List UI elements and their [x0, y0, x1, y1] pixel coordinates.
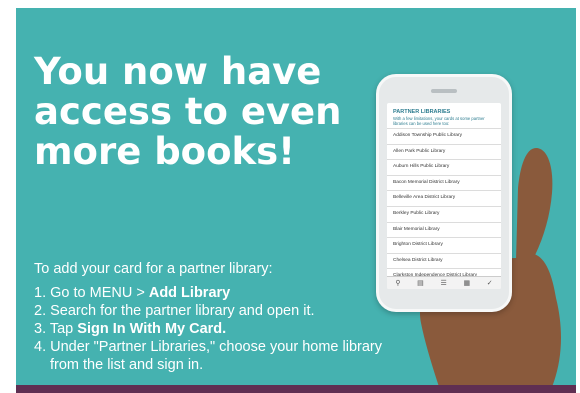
library-item[interactable]: Blair Memorial Library — [387, 221, 501, 238]
library-item[interactable]: Belleville Area District Library — [387, 190, 501, 206]
step-number: 1. — [34, 285, 51, 301]
library-item[interactable]: Brighton District Library — [387, 237, 501, 253]
step-number: 2. — [34, 303, 51, 319]
step-text: Tap — [49, 321, 78, 337]
library-item[interactable]: Allen Park Public Library — [387, 143, 501, 160]
library-item[interactable]: Berkley Public Library — [387, 205, 501, 222]
phone-navbar: ⚲ ▤ ☰ ▦ ✓ — [387, 276, 501, 289]
partner-libraries-title: PARTNER LIBRARIES — [393, 109, 451, 115]
step-item: 1. Go to MENU > Add Library — [34, 284, 382, 302]
library-item[interactable]: Chelsea District Library — [387, 252, 501, 269]
instructions-intro: To add your card for a partner library: — [34, 261, 273, 277]
books-icon[interactable]: ▤ — [417, 280, 424, 287]
headline-line: access to even — [34, 90, 342, 133]
step-text: Search for the partner library and open … — [50, 303, 315, 319]
headline-line: more books! — [34, 130, 296, 173]
shelf-icon[interactable]: ▦ — [463, 280, 470, 287]
step-number: 4. — [34, 339, 51, 355]
menu-icon[interactable]: ☰ — [440, 280, 446, 287]
search-icon[interactable]: ⚲ — [395, 280, 400, 287]
instructions-steps: 1. Go to MENU > Add Library 2. Search fo… — [34, 284, 382, 374]
library-list: Addison Township Public Library Allen Pa… — [387, 128, 501, 284]
phone-device: PARTNER LIBRARIES With a few limitations… — [376, 74, 512, 312]
promo-panel: You now have access to even more books! … — [16, 8, 576, 389]
step-bold: Add Library — [148, 285, 231, 301]
headline-line: You now have — [34, 50, 322, 93]
step-item: 4. Under "Partner Libraries," choose you… — [34, 338, 382, 374]
step-number: 3. — [34, 321, 50, 337]
library-item[interactable]: Bacon Memorial District Library — [387, 174, 501, 191]
check-icon[interactable]: ✓ — [487, 280, 493, 287]
step-item: 2. Search for the partner library and op… — [34, 302, 382, 320]
step-item: 3. Tap Sign In With My Card. — [34, 320, 382, 338]
step-bold: Sign In With My Card. — [77, 321, 227, 337]
partner-libraries-subtitle: With a few limitations, your cards at so… — [393, 116, 485, 126]
library-item[interactable]: Addison Township Public Library — [387, 128, 501, 144]
bottom-bar — [16, 385, 576, 393]
headline: You now have access to even more books! — [34, 52, 404, 172]
step-continuation: from the list and sign in. — [50, 357, 204, 373]
library-item[interactable]: Auburn Hills Public Library — [387, 159, 501, 175]
phone-speaker — [431, 89, 457, 93]
step-text: Go to MENU > — [50, 285, 149, 301]
phone-screen: PARTNER LIBRARIES With a few limitations… — [387, 103, 501, 289]
step-text: Under "Partner Libraries," choose your h… — [50, 339, 382, 355]
